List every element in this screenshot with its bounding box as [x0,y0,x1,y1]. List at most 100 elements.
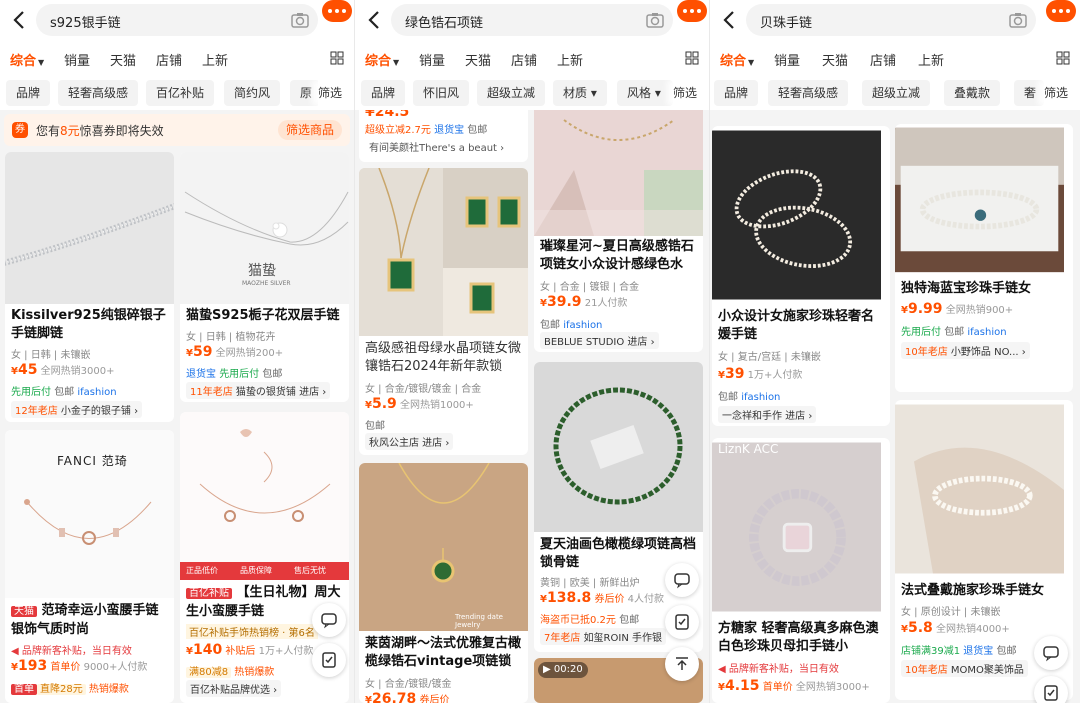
sort-tab-composite[interactable]: 综合 ▼ [720,50,754,69]
filter-chip[interactable]: 轻奢高级感 [768,80,849,106]
product-card[interactable]: Trending date Jewelry 莱茵湖畔～法式优雅复古橄榄绿锆石vi… [359,463,528,703]
shop-link[interactable]: 7年老店 如玺ROIN 手作银 [540,628,666,645]
sort-tab-sales[interactable]: 销量 [64,50,90,69]
sort-tab-shop[interactable]: 店铺 [870,50,896,69]
camera-icon[interactable] [1008,10,1028,30]
sort-tab-new[interactable]: 上新 [918,50,944,69]
sort-tab-composite[interactable]: 综合 ▼ [10,50,44,69]
product-card[interactable]: LiznK ACC 方糖家 轻奢高级真多麻色澳白色珍珠贝母扣手链小 ◀ 品牌新客… [712,438,890,703]
sort-tab-tmall[interactable]: 天猫 [822,50,848,69]
filter-chip[interactable]: 品牌 [6,80,51,106]
search-input[interactable]: s925银手链 [36,4,318,36]
sort-tab-new[interactable]: 上新 [557,50,583,69]
product-card[interactable]: FANCI 范琦 天猫 范琦幸运小蛮腰手链银饰气质时尚 ◀ 品牌新客补贴，当日有… [5,430,174,703]
grid-view-icon[interactable] [685,51,699,65]
camera-icon[interactable] [645,10,665,30]
filter-chip[interactable]: 超级立减 [862,80,931,106]
shop-link[interactable]: BEBLUE STUDIO 进店 › [540,332,659,349]
product-image [359,168,528,336]
product-card[interactable]: 璀璨星河~夏日高级感锆石项链女小众设计感绿色水 女 | 合金 | 镀银 | 合金… [534,110,703,352]
price-line: ¥26.78 券后价 [365,691,450,703]
search-query: s925银手链 [50,16,121,31]
price-line: ¥5.8 全网热销4000+ [901,620,1010,636]
filter-chip[interactable]: 品牌 [714,80,759,106]
product-title: 猫蛰S925栀子花双层手链 [186,308,340,323]
search-input[interactable]: 绿色锆石项链 [391,4,673,36]
badges: 退货宝 先用后付 包邮 [186,369,283,380]
edit-icon[interactable] [665,605,699,639]
filter-chip[interactable]: 风格 ▾ [617,80,673,106]
product-title: Kissilver925纯银碎银子手链脚链 [11,308,166,341]
grid-view-icon[interactable] [1056,51,1070,65]
more-icon[interactable] [677,0,707,22]
video-duration: ▶ 00:20 [538,662,588,678]
product-image [534,110,703,236]
more-icon[interactable] [1046,0,1076,22]
filter-chip[interactable]: 品牌 [361,80,406,106]
filter-chip[interactable]: 叠戴款 [944,80,1001,106]
coupon-filter-button[interactable]: 筛选商品 [277,120,342,140]
search-query: 贝珠手链 [760,16,813,31]
shop-link[interactable]: 12年老店 小金子的银子铺 › [11,401,143,418]
shop-link[interactable]: 有间美颜社There's a beaut › [365,138,508,155]
sort-tab-sales[interactable]: 销量 [774,50,800,69]
filter-chip[interactable]: 百亿补贴 [146,80,215,106]
image-watermark: LiznK ACC [718,442,779,456]
product-card[interactable]: 独特海蓝宝珍珠手链女 ¥9.99 全网热销900+ 先用后付 包邮 ifashi… [895,124,1073,392]
filter-chip[interactable]: 怀旧风 [413,80,470,106]
back-arrow-icon[interactable] [720,9,740,31]
sort-tab-shop[interactable]: 店铺 [156,50,182,69]
camera-icon[interactable] [290,10,310,30]
product-title: 天猫 范琦幸运小蛮腰手链银饰气质时尚 [11,603,159,637]
sort-tab-shop[interactable]: 店铺 [511,50,537,69]
filter-button[interactable]: 筛选 [318,80,354,106]
shop-link[interactable]: 11年老店 猫蛰の银货铺 进店 › [186,382,331,399]
shop-link[interactable]: 一念祥和手作 进店 › [718,406,817,423]
product-title: 高级感祖母绿水晶项链女微镶锆石2024年新年款锁 [365,341,522,374]
sort-tab-tmall[interactable]: 天猫 [465,50,491,69]
sort-tab-tmall[interactable]: 天猫 [110,50,136,69]
grid-view-icon[interactable] [330,51,344,65]
product-title: 小众设计女施家珍珠轻奢名媛手链 [718,309,875,342]
edit-icon[interactable] [312,643,346,677]
product-title: 法式叠戴施家珍珠手链女 [901,583,1045,598]
chat-icon[interactable] [665,563,699,597]
filter-button[interactable]: 筛选 [673,80,709,106]
top-bar: s925银手链 [0,0,354,42]
product-card[interactable]: 猫蛰 MAOZHE SILVER 猫蛰S925栀子花双层手链 女 | 日韩 | … [180,152,349,402]
chat-icon[interactable] [1034,636,1068,670]
product-tags: 女 | 合金/镀银/镀金 [365,679,452,690]
scroll-top-icon[interactable] [665,647,699,681]
shop-link[interactable]: 10年老店 小野饰品 NO... › [901,342,1030,359]
search-input[interactable]: 贝珠手链 [746,4,1036,36]
product-image [534,362,703,532]
back-arrow-icon[interactable] [10,9,30,31]
filter-chip[interactable]: 原 [290,80,320,106]
more-icon[interactable] [322,0,352,22]
filter-chip[interactable]: 超级立减 [477,80,546,106]
price-line: ¥59 全网热销200+ [186,344,284,360]
filter-chip[interactable]: 材质 ▾ [553,80,607,106]
product-card[interactable]: 小众设计女施家珍珠轻奢名媛手链 女 | 复古/宫廷 | 未镶嵌 ¥39 1万+人… [712,126,890,426]
product-image [5,152,174,304]
filter-chip[interactable]: 奢 [1014,80,1044,106]
shop-link[interactable]: 10年老店 MOMO聚美饰品 [901,660,1028,677]
guarantee-strip: 正品低价 品质保障 售后无忧 [180,562,349,580]
sort-tab-sales[interactable]: 销量 [419,50,445,69]
filter-button[interactable]: 筛选 [1044,80,1080,106]
product-card-partial[interactable]: ¥24.5 超级立减2.7元 退货宝 包邮 有间美颜社There's a bea… [359,110,528,162]
shop-link[interactable]: 百亿补贴品牌优选 › [186,680,282,697]
shop-link[interactable]: 秋风公主店 进店 › [365,433,454,450]
product-image [895,127,1064,273]
chat-icon[interactable] [312,603,346,637]
back-arrow-icon[interactable] [365,9,385,31]
coupon-banner[interactable]: 券 您有8元惊喜券即将失效 筛选商品 [4,114,350,146]
product-tags: 女 | 合金/镀银/镀金 | 合金 [365,384,482,395]
sort-tab-composite[interactable]: 综合 ▼ [365,50,399,69]
filter-chip[interactable]: 轻奢高级感 [58,80,139,106]
product-card[interactable]: Kissilver925纯银碎银子手链脚链 女 | 日韩 | 未镶嵌 ¥45 全… [5,152,174,422]
edit-icon[interactable] [1034,676,1068,703]
filter-chip[interactable]: 简约风 [224,80,281,106]
product-card[interactable]: 高级感祖母绿水晶项链女微镶锆石2024年新年款锁 女 | 合金/镀银/镀金 | … [359,168,528,455]
sort-tab-new[interactable]: 上新 [202,50,228,69]
